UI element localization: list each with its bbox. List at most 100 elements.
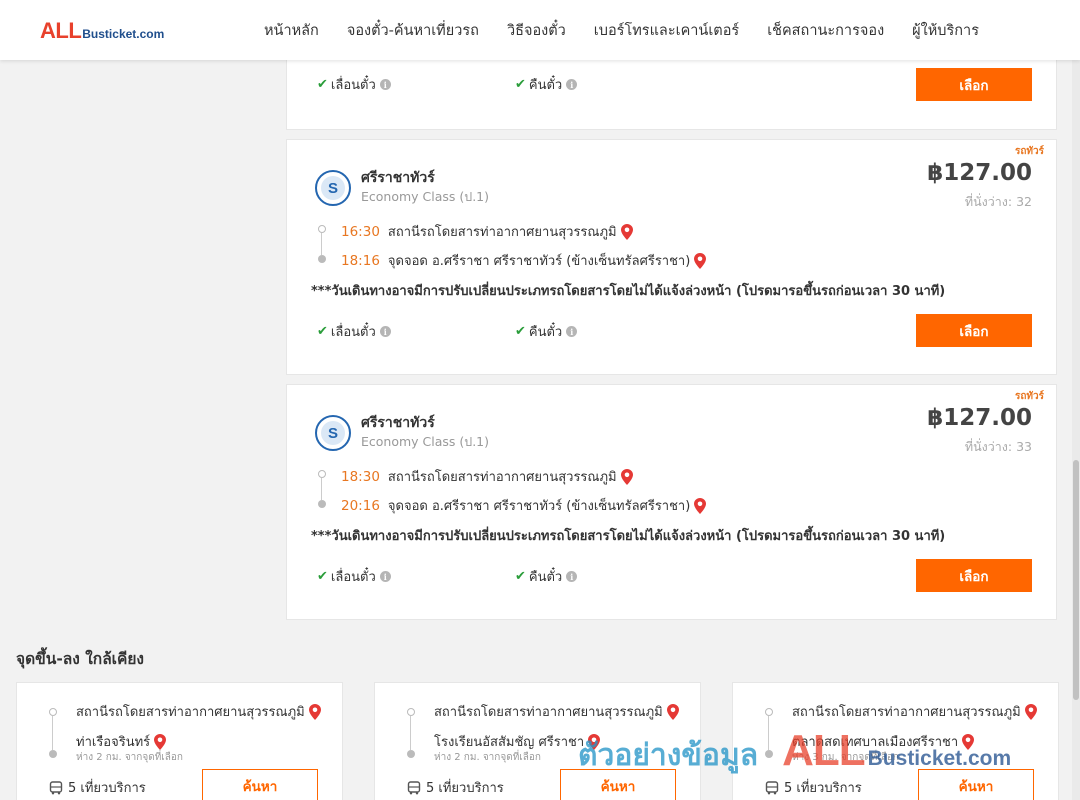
select-trip-button[interactable]: เลือก bbox=[916, 68, 1032, 101]
map-pin-icon[interactable] bbox=[962, 733, 975, 750]
departure-stop: 18:30 สถานีรถโดยสารท่าอากาศยานสุวรรณภูมิ bbox=[341, 466, 633, 487]
route-timeline bbox=[317, 470, 327, 508]
nearby-distance: ห่าง 3 กม. จากจุดที่เลือก bbox=[792, 752, 899, 763]
nearby-from: สถานีรถโดยสารท่าอากาศยานสุวรรณภูมิ bbox=[76, 701, 321, 722]
arrival-place: จุดจอด อ.ศรีราชา ศรีราชาทัวร์ (ข้างเซ็นท… bbox=[387, 254, 691, 269]
route-timeline bbox=[48, 708, 58, 758]
info-icon[interactable]: i bbox=[379, 79, 391, 90]
feature-change-ticket: ✔ เลื่อนตั๋ว i bbox=[317, 321, 391, 342]
trip-note: ***วันเดินทางอาจมีการปรับเปลี่ยนประเภทรถ… bbox=[311, 284, 946, 299]
map-pin-icon[interactable] bbox=[588, 733, 601, 750]
nearby-search-button[interactable]: ค้นหา bbox=[560, 769, 676, 800]
departure-time: 18:30 bbox=[341, 468, 380, 485]
operator-logo: S bbox=[315, 415, 351, 451]
nearby-trip-label: 5 เที่ยวบริการ bbox=[426, 781, 504, 796]
nearby-section-title: จุดขึ้น-ลง ใกล้เคียง bbox=[16, 650, 145, 668]
seats-available: ที่นั่งว่าง: 33 bbox=[964, 439, 1032, 454]
arrival-time: 20:16 bbox=[341, 497, 380, 514]
nearby-search-button[interactable]: ค้นหา bbox=[202, 769, 318, 800]
arrival-stop: 20:16 จุดจอด อ.ศรีราชา ศรีราชาทัวร์ (ข้า… bbox=[341, 495, 707, 516]
map-pin-icon[interactable] bbox=[308, 703, 321, 720]
nearby-to-label: ท่าเรือจรินทร์ bbox=[76, 735, 151, 750]
nearby-trip-count: 5 เที่ยวบริการ bbox=[49, 777, 146, 798]
info-icon[interactable]: i bbox=[566, 79, 578, 90]
bus-class: Economy Class (ป.1) bbox=[361, 189, 490, 204]
trip-card: รถทัวร์ S ศรีราชาทัวร์ Economy Class (ป.… bbox=[286, 139, 1057, 375]
nearby-trip-label: 5 เที่ยวบริการ bbox=[68, 781, 146, 796]
nearby-to: โรงเรียนอัสสัมชัญ ศรีราชา bbox=[434, 731, 601, 752]
info-icon[interactable]: i bbox=[379, 326, 391, 337]
nav-operators[interactable]: ผู้ให้บริการ bbox=[912, 19, 979, 42]
trip-price: ฿127.00 bbox=[927, 160, 1032, 186]
nearby-from-label: สถานีรถโดยสารท่าอากาศยานสุวรรณภูมิ bbox=[434, 705, 663, 720]
nearby-card: สถานีรถโดยสารท่าอากาศยานสุวรรณภูมิ โรงเร… bbox=[374, 682, 701, 800]
page-scrollbar[interactable] bbox=[1072, 60, 1080, 800]
nearby-trip-count: 5 เที่ยวบริการ bbox=[407, 777, 504, 798]
nav-check-status[interactable]: เช็คสถานะการจอง bbox=[767, 19, 884, 42]
feature-label: เลื่อนตั๋ว bbox=[330, 78, 376, 93]
select-trip-button[interactable]: เลือก bbox=[916, 559, 1032, 592]
nav-how-to-book[interactable]: วิธีจองตั๋ว bbox=[507, 19, 566, 42]
nearby-from-label: สถานีรถโดยสารท่าอากาศยานสุวรรณภูมิ bbox=[76, 705, 305, 720]
nearby-trip-label: 5 เที่ยวบริการ bbox=[784, 781, 862, 796]
nav-contact[interactable]: เบอร์โทรและเคาน์เตอร์ bbox=[594, 19, 739, 42]
feature-change-ticket: ✔ เลื่อนตั๋ว i bbox=[317, 566, 391, 587]
bus-type-tag: รถทัวร์ bbox=[1014, 146, 1044, 157]
route-timeline bbox=[317, 225, 327, 263]
site-header: ALL Busticket.com หน้าหลัก จองตั๋ว-ค้นหา… bbox=[0, 0, 1080, 60]
arrival-time: 18:16 bbox=[341, 252, 380, 269]
nearby-from: สถานีรถโดยสารท่าอากาศยานสุวรรณภูมิ bbox=[434, 701, 679, 722]
check-icon: ✔ bbox=[515, 77, 526, 92]
scrollbar-thumb[interactable] bbox=[1073, 460, 1079, 700]
map-pin-icon[interactable] bbox=[620, 468, 633, 485]
map-pin-icon[interactable] bbox=[666, 703, 679, 720]
main-nav: หน้าหลัก จองตั๋ว-ค้นหาเที่ยวรถ วิธีจองตั… bbox=[250, 0, 993, 60]
nearby-distance: ห่าง 2 กม. จากจุดที่เลือก bbox=[76, 752, 183, 763]
map-pin-icon[interactable] bbox=[694, 497, 707, 514]
map-pin-icon[interactable] bbox=[1024, 703, 1037, 720]
info-icon[interactable]: i bbox=[566, 571, 578, 582]
operator-name: ศรีราชาทัวร์ bbox=[361, 415, 435, 431]
nearby-from-label: สถานีรถโดยสารท่าอากาศยานสุวรรณภูมิ bbox=[792, 705, 1021, 720]
map-pin-icon[interactable] bbox=[154, 733, 167, 750]
nearby-to: ตลาดสดเทศบาลเมืองศรีราชา bbox=[792, 731, 975, 752]
arrival-stop: 18:16 จุดจอด อ.ศรีราชา ศรีราชาทัวร์ (ข้า… bbox=[341, 250, 707, 271]
nearby-search-button[interactable]: ค้นหา bbox=[918, 769, 1034, 800]
bus-type-tag: รถทัวร์ bbox=[1014, 391, 1044, 402]
nearby-distance: ห่าง 2 กม. จากจุดที่เลือก bbox=[434, 752, 541, 763]
map-pin-icon[interactable] bbox=[620, 223, 633, 240]
trip-card: รถทัวร์ S ศรีราชาทัวร์ Economy Class (ป.… bbox=[286, 384, 1057, 620]
feature-label: คืนตั๋ว bbox=[528, 325, 563, 340]
feature-label: เลื่อนตั๋ว bbox=[330, 570, 376, 585]
info-icon[interactable]: i bbox=[566, 326, 578, 337]
bus-icon bbox=[765, 780, 779, 794]
feature-refund-ticket: ✔ คืนตั๋ว i bbox=[515, 74, 578, 95]
feature-refund-ticket: ✔ คืนตั๋ว i bbox=[515, 566, 578, 587]
check-icon: ✔ bbox=[317, 77, 328, 92]
nearby-to: ท่าเรือจรินทร์ bbox=[76, 731, 167, 752]
departure-stop: 16:30 สถานีรถโดยสารท่าอากาศยานสุวรรณภูมิ bbox=[341, 221, 633, 242]
feature-refund-ticket: ✔ คืนตั๋ว i bbox=[515, 321, 578, 342]
logo-all-text: ALL bbox=[40, 18, 82, 43]
map-pin-icon[interactable] bbox=[694, 252, 707, 269]
nav-home[interactable]: หน้าหลัก bbox=[264, 19, 319, 42]
check-icon: ✔ bbox=[317, 569, 328, 584]
nearby-to-label: โรงเรียนอัสสัมชัญ ศรีราชา bbox=[434, 735, 585, 750]
feature-label: คืนตั๋ว bbox=[528, 78, 563, 93]
feature-label: เลื่อนตั๋ว bbox=[330, 325, 376, 340]
seats-available: ที่นั่งว่าง: 32 bbox=[964, 194, 1032, 209]
select-trip-button[interactable]: เลือก bbox=[916, 314, 1032, 347]
bus-class: Economy Class (ป.1) bbox=[361, 434, 490, 449]
operator-logo-letter: S bbox=[321, 421, 345, 445]
nearby-from: สถานีรถโดยสารท่าอากาศยานสุวรรณภูมิ bbox=[792, 701, 1037, 722]
departure-place: สถานีรถโดยสารท่าอากาศยานสุวรรณภูมิ bbox=[387, 470, 617, 485]
operator-logo-letter: S bbox=[321, 176, 345, 200]
operator-logo: S bbox=[315, 170, 351, 206]
nav-booking[interactable]: จองตั๋ว-ค้นหาเที่ยวรถ bbox=[347, 19, 479, 42]
site-logo[interactable]: ALL Busticket.com bbox=[40, 18, 164, 44]
bus-icon bbox=[49, 780, 63, 794]
info-icon[interactable]: i bbox=[379, 571, 391, 582]
trip-note: ***วันเดินทางอาจมีการปรับเปลี่ยนประเภทรถ… bbox=[311, 529, 946, 544]
check-icon: ✔ bbox=[515, 324, 526, 339]
departure-place: สถานีรถโดยสารท่าอากาศยานสุวรรณภูมิ bbox=[387, 225, 617, 240]
